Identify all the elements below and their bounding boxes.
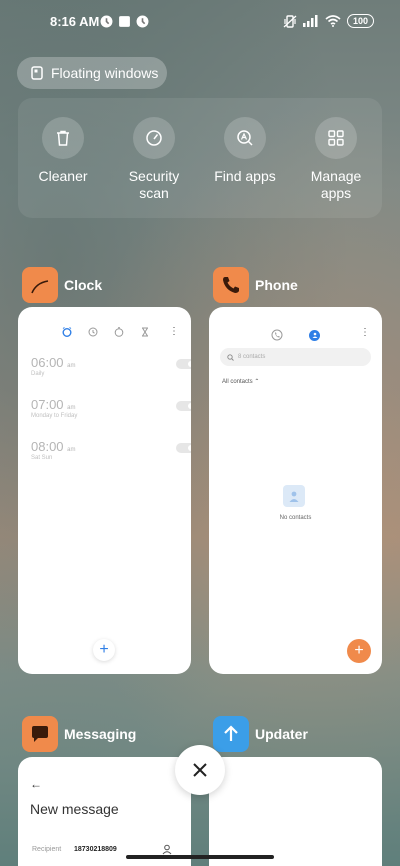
alarm-repeat: Monday to Friday [31, 413, 78, 419]
clock-app-card[interactable]: ⋮ 06:00 am Daily 07:00 am Monday to Frid… [18, 307, 191, 674]
messaging-app-icon [22, 716, 58, 752]
search-placeholder: 8 contacts [238, 354, 266, 360]
find-apps-label: Find apps [214, 168, 276, 184]
clock-app-name: Clock [64, 277, 103, 293]
add-alarm-button[interactable]: + [93, 639, 115, 661]
status-time: 8:16 AM [50, 14, 100, 29]
messaging-app-name: Messaging [64, 726, 137, 742]
clock-app-header[interactable]: Clock [22, 267, 102, 303]
square-notification-icon [119, 16, 130, 27]
no-contacts-icon [283, 485, 305, 507]
alarm-toggle[interactable] [176, 443, 191, 453]
new-message-title: New message [30, 801, 119, 817]
back-arrow-icon[interactable]: ← [30, 777, 42, 791]
updater-app-card[interactable] [209, 757, 382, 866]
recipient-value[interactable]: 18730218809 [74, 846, 117, 853]
clock-tabs [62, 327, 150, 337]
person-placeholder-icon [289, 491, 299, 502]
more-options-icon[interactable]: ⋮ [360, 328, 370, 338]
close-icon [193, 763, 207, 777]
clear-all-button[interactable] [175, 745, 225, 795]
add-contact-button[interactable]: + [347, 639, 371, 663]
status-bar: 8:16 AM 100 [0, 12, 400, 34]
status-notification-icons [100, 15, 149, 28]
alarm-ampm: am [67, 405, 76, 411]
stopwatch-icon[interactable] [114, 327, 124, 337]
contacts-tab-icon[interactable] [309, 329, 320, 341]
security-scan-label: Security scan [128, 168, 180, 201]
floating-windows-button[interactable]: Floating windows [17, 57, 167, 89]
updater-app-name: Updater [255, 726, 308, 742]
alarm-item[interactable]: 08:00 am Sat Sun [31, 439, 191, 461]
phone-icon [223, 277, 239, 293]
clock-app-icon [22, 267, 58, 303]
cleaner-tool[interactable]: Cleaner [18, 117, 108, 185]
security-scan-tool[interactable]: Security scan [109, 117, 199, 202]
updater-app-header[interactable]: Updater [213, 716, 308, 752]
alarm-ampm: am [67, 363, 76, 369]
manage-apps-tool[interactable]: Manage apps [291, 117, 381, 202]
person-icon [312, 332, 317, 338]
battery-indicator: 100 [346, 14, 374, 28]
call-log-icon[interactable] [271, 329, 283, 341]
alarm-item[interactable]: 06:00 am Daily [31, 355, 191, 377]
security-icon-wrap [133, 117, 175, 159]
app-notification-icon [136, 15, 149, 28]
alarm-repeat: Sat Sun [31, 455, 53, 461]
home-indicator[interactable] [126, 855, 274, 859]
wifi-icon [325, 15, 341, 27]
status-system-icons: 100 [283, 14, 374, 28]
app-notification-icon [100, 15, 113, 28]
find-apps-tool[interactable]: Find apps [200, 117, 290, 185]
vibrate-icon [283, 14, 297, 28]
alarm-toggle[interactable] [176, 359, 191, 369]
phone-app-card[interactable]: ⋮ 8 contacts All contacts ⌃ No contacts … [209, 307, 382, 674]
contact-picker-icon[interactable] [162, 844, 172, 855]
chat-bubble-icon [32, 726, 48, 742]
manage-apps-label: Manage apps [310, 168, 362, 201]
up-arrow-icon [224, 725, 238, 741]
cleaner-icon-wrap [42, 117, 84, 159]
alarm-time: 06:00 [31, 355, 64, 370]
alarm-icon[interactable] [62, 327, 72, 337]
cleaner-label: Cleaner [38, 168, 88, 184]
search-apps-icon [237, 130, 253, 146]
floating-windows-label: Floating windows [51, 65, 159, 81]
find-apps-icon-wrap [224, 117, 266, 159]
gauge-icon [146, 130, 162, 146]
phone-tabs [271, 329, 320, 341]
grid-icon [328, 130, 344, 146]
floating-window-icon [31, 66, 43, 80]
messaging-app-header[interactable]: Messaging [22, 716, 136, 752]
alarm-time: 07:00 [31, 397, 64, 412]
contacts-filter-label: All contacts [222, 379, 253, 385]
clock-hand-icon [31, 280, 49, 294]
more-options-icon[interactable]: ⋮ [169, 327, 179, 337]
alarm-toggle[interactable] [176, 401, 191, 411]
world-clock-icon[interactable] [88, 327, 98, 337]
alarm-ampm: am [67, 447, 76, 453]
alarm-repeat: Daily [31, 371, 45, 377]
trash-icon [57, 130, 69, 146]
messaging-app-card[interactable]: ← New message Recipient 18730218809 [18, 757, 191, 866]
timer-icon[interactable] [140, 327, 150, 337]
updater-app-icon [213, 716, 249, 752]
phone-app-name: Phone [255, 277, 298, 293]
empty-state-text: No contacts [279, 515, 312, 521]
phone-app-header[interactable]: Phone [213, 267, 298, 303]
manage-apps-icon-wrap [315, 117, 357, 159]
search-icon [227, 353, 234, 361]
contacts-search-field[interactable]: 8 contacts [220, 348, 371, 366]
contacts-filter[interactable]: All contacts ⌃ [222, 378, 259, 385]
alarm-item[interactable]: 07:00 am Monday to Friday [31, 397, 191, 419]
signal-icon [302, 15, 318, 27]
recipient-label: Recipient [32, 846, 62, 853]
alarm-time: 08:00 [31, 439, 64, 454]
phone-app-icon [213, 267, 249, 303]
